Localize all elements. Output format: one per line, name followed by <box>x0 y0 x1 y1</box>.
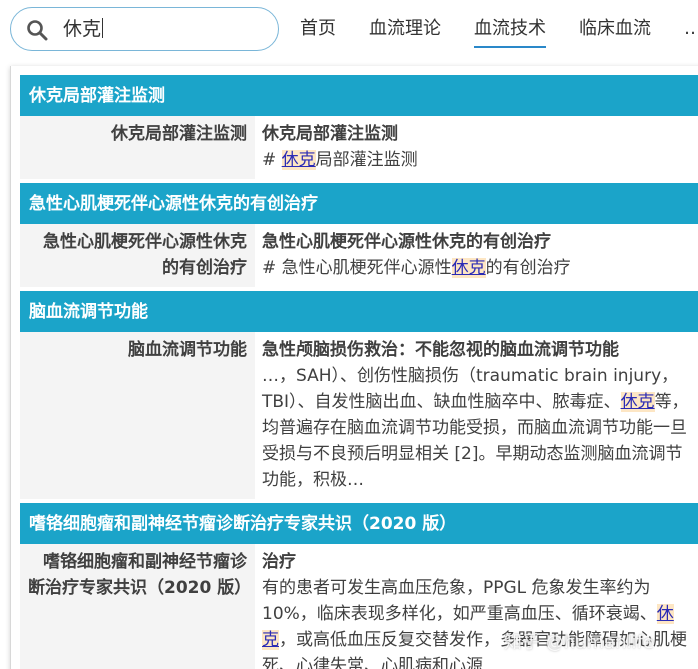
result-snippet: # 急性心肌梗死伴心源性休克的有创治疗 <box>262 255 692 281</box>
nav-item-clinical[interactable]: 临床血流 <box>579 16 651 48</box>
highlight-term: 休克 <box>620 392 655 412</box>
result-label: 嗜铬细胞瘤和副神经节瘤诊断治疗专家共识（2020 版） <box>28 552 252 598</box>
nav-item-technique[interactable]: 血流技术 <box>474 16 546 48</box>
snippet-text: …，SAH）、创伤性脑损伤（traumatic brain injury，TBI… <box>262 366 679 412</box>
group-header[interactable]: 休克局部灌注监测 <box>20 75 698 116</box>
search-results-dropdown: 休克局部灌注监测 休克局部灌注监测 休克局部灌注监测 # 休克局部灌注监测 急性… <box>10 66 698 669</box>
search-query[interactable]: 休克 <box>63 18 101 40</box>
result-snippet: # 休克局部灌注监测 <box>262 147 692 173</box>
nav-item-home[interactable]: 首页 <box>300 16 336 48</box>
search-input[interactable]: 休克 <box>63 17 104 41</box>
group-header[interactable]: 脑血流调节功能 <box>20 291 698 332</box>
result-row[interactable]: 急性心肌梗死伴心源性休克的有创治疗 急性心肌梗死伴心源性休克的有创治疗 # 急性… <box>20 224 698 291</box>
group-header[interactable]: 急性心肌梗死伴心源性休克的有创治疗 <box>20 183 698 224</box>
group-header[interactable]: 嗜铬细胞瘤和副神经节瘤诊断治疗专家共识（2020 版） <box>20 503 698 544</box>
snippet-text: # <box>262 150 282 170</box>
result-title: 急性心肌梗死伴心源性休克的有创治疗 <box>262 232 551 252</box>
result-title: 急性颅脑损伤救治：不能忽视的脑血流调节功能 <box>262 340 619 360</box>
result-snippet: 有的患者可发生高血压危象，PPGL 危象发生率约为 10%，临床表现多样化，如严… <box>262 575 692 669</box>
search-box[interactable]: 休克 <box>10 7 279 51</box>
result-content[interactable]: 急性心肌梗死伴心源性休克的有创治疗 # 急性心肌梗死伴心源性休克的有创治疗 <box>255 224 698 287</box>
text-caret <box>102 18 104 38</box>
highlight-term: 休克 <box>281 150 316 170</box>
result-row[interactable]: 脑血流调节功能 急性颅脑损伤救治：不能忽视的脑血流调节功能 …，SAH）、创伤性… <box>20 332 698 503</box>
result-label: 急性心肌梗死伴心源性休克的有创治疗 <box>43 232 247 278</box>
result-snippet: …，SAH）、创伤性脑损伤（traumatic brain injury，TBI… <box>262 363 692 493</box>
result-content[interactable]: 休克局部灌注监测 # 休克局部灌注监测 <box>255 116 698 179</box>
main-nav: 首页 血流理论 血流技术 临床血流 … <box>300 16 698 48</box>
header: 休克 首页 血流理论 血流技术 临床血流 … <box>0 0 698 62</box>
result-content[interactable]: 急性颅脑损伤救治：不能忽视的脑血流调节功能 …，SAH）、创伤性脑损伤（trau… <box>255 332 698 499</box>
result-label: 休克局部灌注监测 <box>111 124 247 144</box>
nav-item-more[interactable]: … <box>684 16 698 48</box>
results-list: 休克局部灌注监测 休克局部灌注监测 休克局部灌注监测 # 休克局部灌注监测 急性… <box>20 75 698 669</box>
snippet-text: 有的患者可发生高血压危象，PPGL 危象发生率约为 10%，临床表现多样化，如严… <box>262 578 657 624</box>
result-title: 休克局部灌注监测 <box>262 124 398 144</box>
result-row[interactable]: 休克局部灌注监测 休克局部灌注监测 # 休克局部灌注监测 <box>20 116 698 183</box>
snippet-text: 局部灌注监测 <box>315 150 418 170</box>
result-title: 治疗 <box>262 552 296 572</box>
search-icon <box>27 20 48 41</box>
nav-item-theory[interactable]: 血流理论 <box>369 16 441 48</box>
highlight-term: 休克 <box>451 258 486 278</box>
result-label: 脑血流调节功能 <box>128 340 247 360</box>
snippet-text: # 急性心肌梗死伴心源性 <box>262 258 452 278</box>
snippet-text: 的有创治疗 <box>485 258 571 278</box>
watermark: 知乎 @humanlife <box>504 632 654 653</box>
